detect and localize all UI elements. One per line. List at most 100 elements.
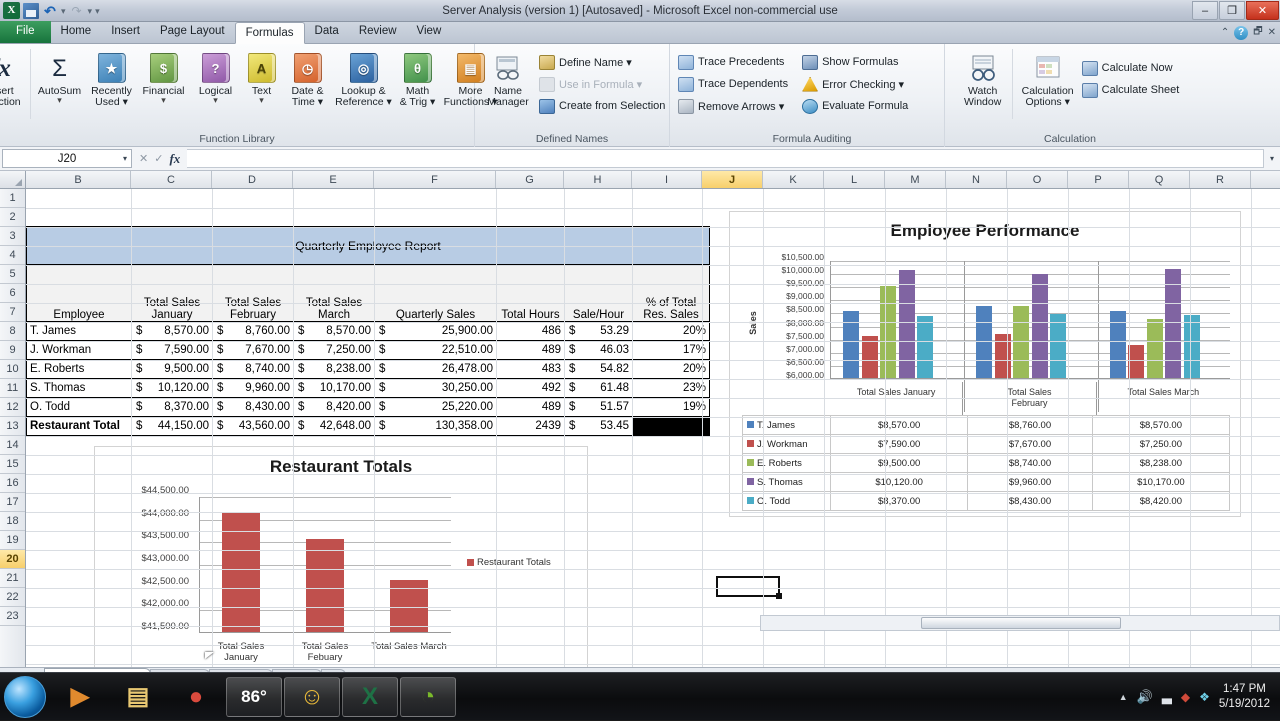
row-header-23[interactable]: 23 [0,607,25,626]
taskbar-item-windows-explorer[interactable]: ▤ [110,677,166,717]
taskbar-item-google-chrome[interactable]: ● [168,677,224,717]
worksheet-grid[interactable]: BCDEFGHIJKLMNOPQR 1 2 3 4 5 6 7 8 9 10 11 12 13 14 15 1… [0,171,1280,667]
evaluate-formula-button[interactable]: Evaluate Formula [799,95,911,117]
row-header-16[interactable]: 16 [0,474,25,493]
row-header-1[interactable]: 1 [0,189,25,208]
row-header-14[interactable]: 14 [0,436,25,455]
start-orb-icon[interactable] [4,675,46,718]
column-header-L[interactable]: L [824,171,885,188]
table-row[interactable]: O. Todd $8,370.00 $8,430.00 $8,420.00 $25,22… [26,397,710,417]
minimize-button[interactable]: – [1192,1,1218,20]
taskbar-item-messenger[interactable]: ☺ [284,676,340,717]
restore-window-icon[interactable]: 🗗 [1253,24,1262,41]
row-header-21[interactable]: 21 [0,569,25,588]
row-header-12[interactable]: 12 [0,398,25,417]
column-header-J[interactable]: J [702,171,763,188]
column-header-M[interactable]: M [885,171,946,188]
tab-review[interactable]: Review [349,21,407,43]
network-icon[interactable]: ▃ [1162,689,1172,705]
formula-input[interactable] [187,149,1264,168]
name-box[interactable]: J20 ▾ [2,149,132,168]
create-from-selection-button[interactable]: Create from Selection [536,95,668,117]
show-hidden-icons-icon[interactable]: ▲ [1119,692,1128,702]
expand-formula-bar-icon[interactable]: ▾ [1264,154,1280,163]
column-header-F[interactable]: F [374,171,496,188]
quarterly-report-table[interactable]: Quarterly Employee Report Employee Total… [26,226,710,436]
column-header-P[interactable]: P [1068,171,1129,188]
lookup-reference-button[interactable]: ◎ Lookup & Reference ▾ [334,47,394,108]
table-row[interactable]: T. James $8,570.00 $8,760.00 $8,570.00 $25,9… [26,321,710,341]
financial-button[interactable]: $ Financial ▾ [138,47,190,106]
column-header-N[interactable]: N [946,171,1007,188]
row-header-2[interactable]: 2 [0,208,25,227]
help-icon[interactable]: ? [1234,25,1249,40]
column-header-E[interactable]: E [293,171,374,188]
row-header-9[interactable]: 9 [0,341,25,360]
autosum-dropdown-icon[interactable]: ▾ [57,95,62,106]
show-formulas-button[interactable]: Show Formulas [799,51,911,73]
column-header-G[interactable]: G [496,171,564,188]
column-header-I[interactable]: I [632,171,702,188]
insert-function-button[interactable]: fx Insert Function [0,47,27,108]
financial-dropdown-icon[interactable]: ▾ [161,95,166,106]
row-header-10[interactable]: 10 [0,360,25,379]
row-header-18[interactable]: 18 [0,512,25,531]
text-button[interactable]: A Text ▾ [242,47,282,106]
name-manager-button[interactable]: Name Manager [480,47,536,108]
column-header-H[interactable]: H [564,171,632,188]
clock[interactable]: 1:47 PM 5/19/2012 [1219,682,1270,712]
volume-icon[interactable]: 🔊 [1137,689,1153,705]
trace-precedents-button[interactable]: Trace Precedents [675,51,791,73]
autosum-button[interactable]: Σ AutoSum ▾ [34,47,86,106]
watch-window-button[interactable]: Watch Window [958,47,1008,108]
column-header-K[interactable]: K [763,171,824,188]
row-headers[interactable]: 1 2 3 4 5 6 7 8 9 10 11 12 13 14 15 16 17 18 19 20 21 22 23 [0,189,26,667]
row-header-6[interactable]: 6 [0,284,25,303]
column-header-R[interactable]: R [1190,171,1251,188]
recently-used-button[interactable]: ★ Recently Used ▾ [86,47,138,108]
tab-view[interactable]: View [407,21,452,43]
taskbar-item-windows-media-player[interactable]: ▶ [52,677,108,717]
taskbar-item-app-green[interactable]: ◔ [400,676,456,717]
tab-formulas[interactable]: Formulas [234,22,305,44]
tab-insert[interactable]: Insert [101,21,150,43]
define-name-button[interactable]: Define Name ▾ [536,51,668,73]
text-dropdown-icon[interactable]: ▾ [259,95,264,106]
table-row[interactable]: J. Workman $7,590.00 $7,670.00 $7,250.00 $22… [26,340,710,360]
row-header-3[interactable]: 3 [0,227,25,246]
row-header-8[interactable]: 8 [0,322,25,341]
insert-function-fx-icon[interactable]: fx [169,151,180,167]
cell-area[interactable]: Quarterly Employee Report Employee Total… [26,189,1280,667]
dropbox-icon[interactable]: ❖ [1199,690,1210,704]
select-all-corner[interactable] [0,171,26,188]
calculate-sheet-button[interactable]: Calculate Sheet [1079,79,1183,101]
calculate-now-button[interactable]: Calculate Now [1079,57,1183,79]
tab-data[interactable]: Data [305,21,349,43]
column-header-O[interactable]: O [1007,171,1068,188]
column-header-C[interactable]: C [131,171,212,188]
selected-cell-J20[interactable] [716,576,782,599]
row-header-17[interactable]: 17 [0,493,25,512]
system-tray[interactable]: ▲ 🔊 ▃ ◆ ❖ 1:47 PM 5/19/2012 [1119,673,1280,721]
remove-arrows-button[interactable]: Remove Arrows ▾ [675,95,791,117]
calculation-options-button[interactable]: Calculation Options ▾ [1017,47,1079,108]
taskbar-item-microsoft-excel[interactable]: X [342,676,398,717]
trace-dependents-button[interactable]: Trace Dependents [675,73,791,95]
column-headers[interactable]: BCDEFGHIJKLMNOPQR [0,171,1280,189]
error-checking-button[interactable]: Error Checking ▾ [799,73,911,95]
enter-formula-icon[interactable]: ✓ [154,152,163,165]
taskbar-item-weather-temp[interactable]: 86° [226,676,282,717]
horizontal-scrollbar[interactable] [760,615,1280,631]
tab-home[interactable]: Home [51,21,102,43]
row-header-15[interactable]: 15 [0,455,25,474]
table-row[interactable]: S. Thomas $10,120.00 $9,960.00 $10,170.00 $3… [26,378,710,398]
close-workbook-icon[interactable]: ✕ [1268,27,1276,38]
date-time-button[interactable]: ◷ Date & Time ▾ [282,47,334,108]
table-row[interactable]: E. Roberts $9,500.00 $8,740.00 $8,238.00 $26… [26,359,710,379]
logical-button[interactable]: ? Logical ▾ [190,47,242,106]
close-button[interactable]: ✕ [1246,1,1279,20]
minimize-ribbon-icon[interactable]: ⌃ [1221,27,1229,38]
row-header-20[interactable]: 20 [0,550,25,569]
window-controls[interactable]: – ❐ ✕ [1192,0,1280,22]
antivirus-icon[interactable]: ◆ [1181,690,1190,704]
